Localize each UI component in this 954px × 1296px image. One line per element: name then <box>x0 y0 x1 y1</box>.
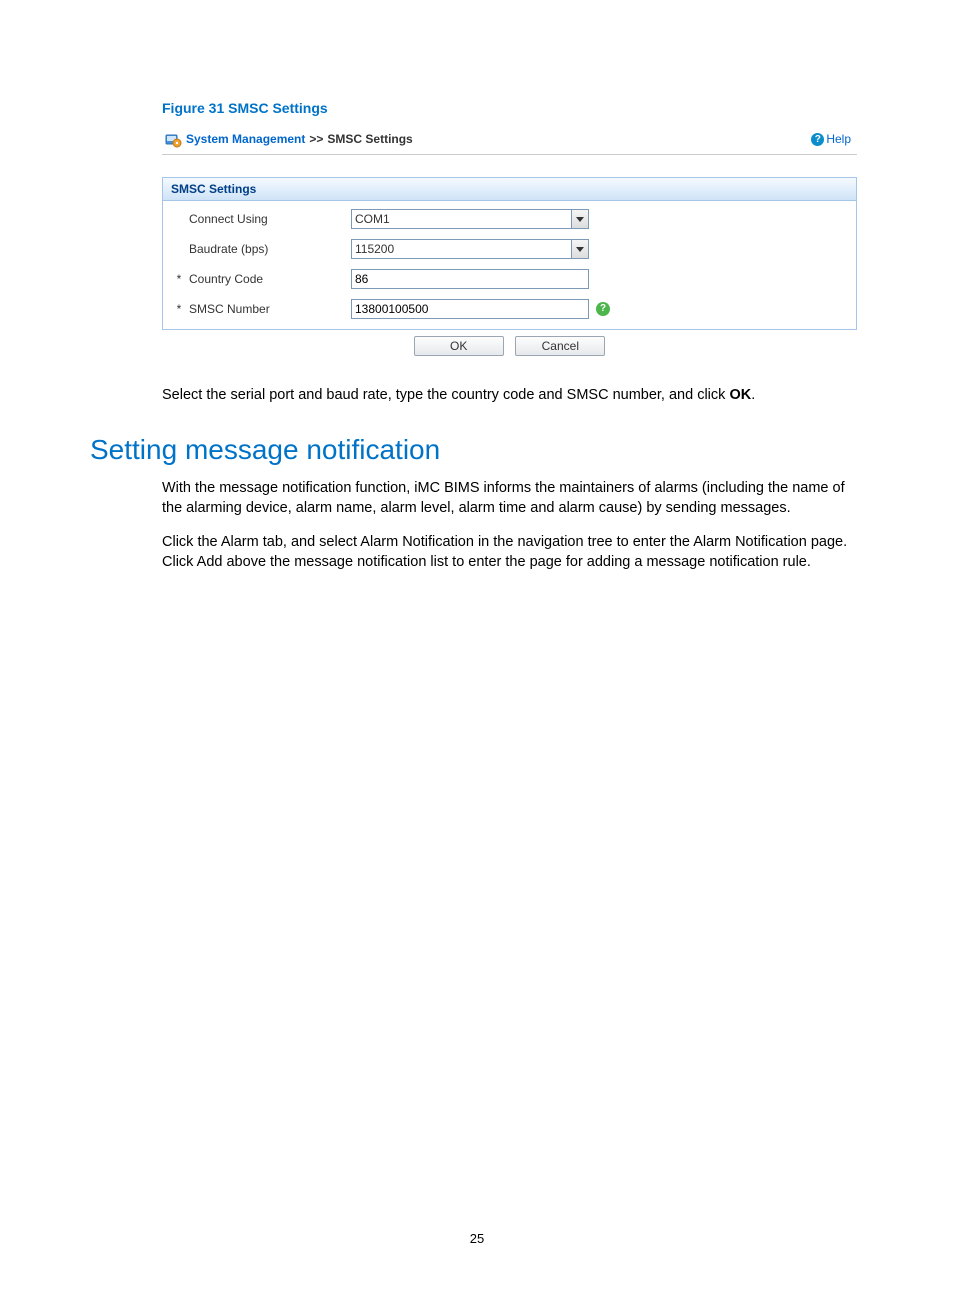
smsc-settings-screenshot: System Management >> SMSC Settings ? Hel… <box>162 126 857 358</box>
required-marker: * <box>173 302 185 316</box>
smsc-number-input[interactable] <box>351 299 589 319</box>
chevron-down-icon <box>571 210 588 228</box>
instr-ok: OK <box>729 387 751 403</box>
smsc-settings-panel: SMSC Settings Connect Using COM1 <box>162 177 857 330</box>
label-baudrate: Baudrate (bps) <box>185 242 351 256</box>
p2-b1: Alarm <box>221 534 259 550</box>
p2-s3: in the navigation tree to enter the <box>474 534 693 550</box>
row-connect-using: Connect Using COM1 <box>173 209 846 229</box>
button-row: OK Cancel <box>162 330 857 358</box>
help-label: Help <box>826 132 851 146</box>
system-management-icon <box>164 130 182 148</box>
row-baudrate: Baudrate (bps) 115200 <box>173 239 846 259</box>
breadcrumb-separator: >> <box>309 132 323 146</box>
instr-post: . <box>751 387 755 403</box>
instruction-text: Select the serial port and baud rate, ty… <box>162 386 864 406</box>
connect-using-select[interactable]: COM1 <box>351 209 589 229</box>
help-icon: ? <box>811 133 824 146</box>
info-icon[interactable]: ? <box>596 302 610 316</box>
p2-b2: Alarm Notification <box>360 534 474 550</box>
baudrate-select[interactable]: 115200 <box>351 239 589 259</box>
country-code-field[interactable] <box>355 272 588 286</box>
paragraph-1: With the message notification function, … <box>162 478 864 518</box>
connect-using-value: COM1 <box>355 212 390 226</box>
help-link[interactable]: ? Help <box>811 132 851 146</box>
p2-s2: tab, and select <box>259 534 361 550</box>
p2-b3: Alarm Notification <box>693 534 807 550</box>
p2-b4: Add <box>197 554 223 570</box>
cancel-button[interactable]: Cancel <box>515 336 605 356</box>
section-heading: Setting message notification <box>90 434 864 466</box>
breadcrumb-current: SMSC Settings <box>327 132 412 146</box>
page-number: 25 <box>0 1231 954 1246</box>
breadcrumb-row: System Management >> SMSC Settings ? Hel… <box>162 126 857 155</box>
required-marker: * <box>173 272 185 286</box>
form-body: Connect Using COM1 Baudrate (bps) <box>163 201 856 329</box>
p2-s1: Click the <box>162 534 221 550</box>
label-connect-using: Connect Using <box>185 212 351 226</box>
baudrate-value: 115200 <box>355 242 394 256</box>
panel-title: SMSC Settings <box>163 178 856 201</box>
smsc-number-field[interactable] <box>355 302 588 316</box>
ok-button[interactable]: OK <box>414 336 504 356</box>
p2-s5: above the message notification list to e… <box>222 554 810 570</box>
paragraph-2: Click the Alarm tab, and select Alarm No… <box>162 532 864 572</box>
instr-pre: Select the serial port and baud rate, ty… <box>162 387 729 403</box>
chevron-down-icon <box>571 240 588 258</box>
row-country-code: * Country Code <box>173 269 846 289</box>
label-country-code: Country Code <box>185 272 351 286</box>
figure-caption: Figure 31 SMSC Settings <box>162 100 864 116</box>
row-smsc-number: * SMSC Number ? <box>173 299 846 319</box>
label-smsc-number: SMSC Number <box>185 302 351 316</box>
breadcrumb-root[interactable]: System Management <box>186 132 305 146</box>
country-code-input[interactable] <box>351 269 589 289</box>
breadcrumb: System Management >> SMSC Settings <box>164 130 413 148</box>
